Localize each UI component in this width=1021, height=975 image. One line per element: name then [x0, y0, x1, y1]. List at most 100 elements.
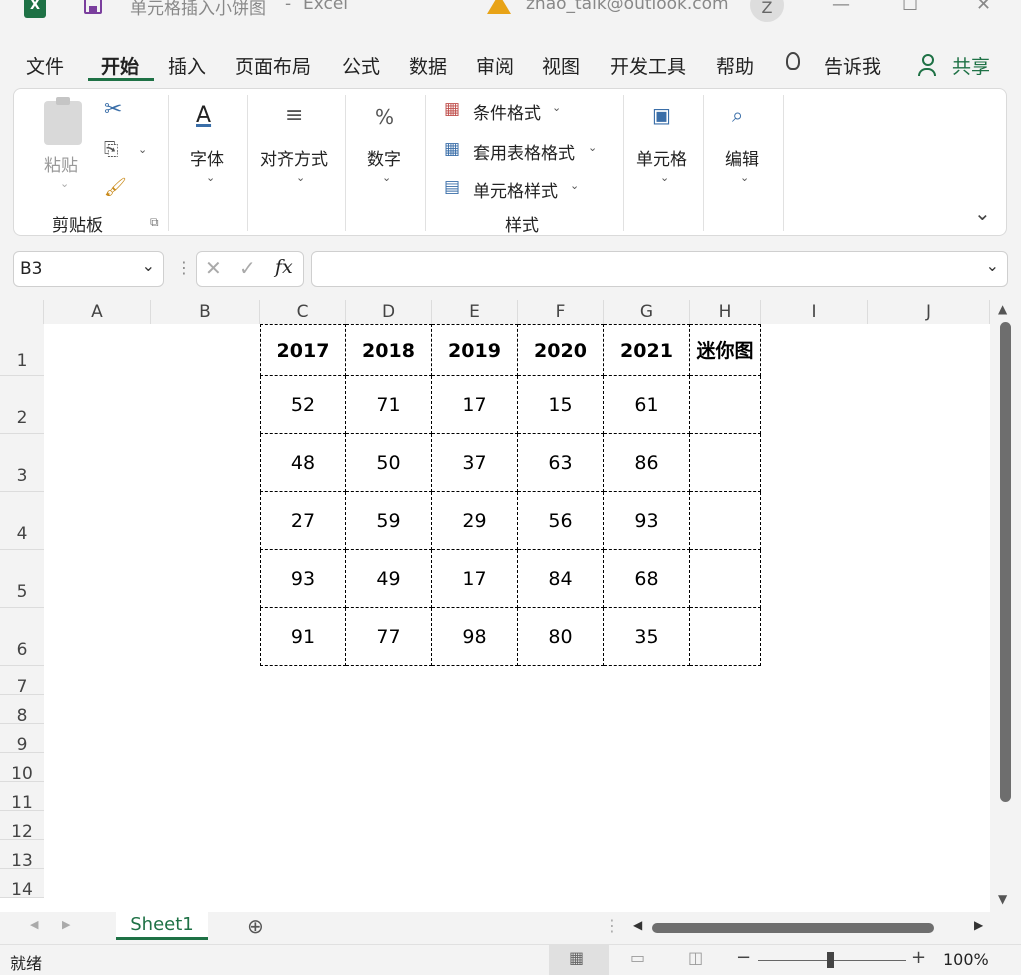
column-header-e[interactable]: E: [432, 300, 518, 324]
copy-chevron-icon[interactable]: ⌄: [138, 143, 147, 156]
dialog-launcher-icon[interactable]: ⧉: [150, 215, 159, 230]
editing-button[interactable]: 编辑: [725, 145, 759, 170]
minimize-button[interactable]: —: [832, 0, 850, 15]
table-format-chevron-icon[interactable]: ⌄: [588, 141, 597, 154]
table-cell[interactable]: 91: [260, 608, 346, 666]
table-cell[interactable]: 77: [346, 608, 432, 666]
table-cell[interactable]: 49: [346, 550, 432, 608]
expand-formula-chevron-icon[interactable]: ⌄: [986, 256, 999, 275]
cut-icon[interactable]: ✂: [104, 97, 122, 122]
cell-style-button[interactable]: 单元格样式: [473, 177, 558, 202]
table-cell[interactable]: 29: [432, 492, 518, 550]
tell-me-search[interactable]: 告诉我: [824, 52, 881, 79]
table-format-icon[interactable]: ▦: [444, 139, 460, 159]
zoom-out-button[interactable]: −: [736, 947, 751, 968]
cell-style-chevron-icon[interactable]: ⌄: [570, 179, 579, 192]
paste-icon[interactable]: [44, 97, 82, 145]
table-header-cell[interactable]: 2018: [346, 324, 432, 376]
tab-developer[interactable]: 开发工具: [610, 52, 686, 79]
add-sheet-icon[interactable]: ⊕: [247, 914, 264, 938]
table-header-cell[interactable]: 2020: [518, 324, 604, 376]
name-box[interactable]: B3 ⌄: [13, 251, 164, 287]
scroll-down-icon[interactable]: ▼: [998, 892, 1007, 906]
conditional-format-button[interactable]: 条件格式: [473, 99, 541, 124]
conditional-format-chevron-icon[interactable]: ⌄: [552, 101, 561, 114]
table-cell[interactable]: 50: [346, 434, 432, 492]
format-painter-icon[interactable]: 🖌: [104, 177, 127, 198]
share-person-icon[interactable]: [918, 54, 936, 76]
conditional-format-icon[interactable]: ▦: [444, 99, 460, 119]
align-icon[interactable]: ≡: [285, 103, 303, 128]
table-cell[interactable]: 68: [604, 550, 690, 608]
sheet-grid[interactable]: A B C D E F G H I J 1 2 3 4 5 6 7 8 9 10 11 12 13 14 2017 2018 201…: [0, 300, 990, 912]
row-header-11[interactable]: 11: [0, 782, 44, 813]
page-break-view-icon[interactable]: ◫: [688, 948, 703, 967]
table-cell[interactable]: [690, 492, 761, 550]
row-header-5[interactable]: 5: [0, 550, 44, 608]
vertical-scrollbar[interactable]: ▲ ▼: [990, 300, 1021, 912]
table-cell[interactable]: 93: [260, 550, 346, 608]
table-header-cell[interactable]: 2021: [604, 324, 690, 376]
alignment-button[interactable]: 对齐方式: [260, 145, 328, 170]
zoom-in-button[interactable]: +: [911, 947, 926, 968]
tab-insert[interactable]: 插入: [168, 52, 206, 79]
tab-data[interactable]: 数据: [409, 52, 447, 79]
table-cell[interactable]: [690, 376, 761, 434]
column-header-f[interactable]: F: [518, 300, 604, 324]
insert-function-button[interactable]: fx: [275, 256, 293, 278]
name-box-chevron-icon[interactable]: ⌄: [142, 256, 155, 275]
table-cell[interactable]: 35: [604, 608, 690, 666]
column-header-i[interactable]: I: [761, 300, 868, 324]
sheet-tab-sheet1[interactable]: Sheet1: [116, 912, 208, 940]
table-cell[interactable]: 98: [432, 608, 518, 666]
share-button[interactable]: 共享: [952, 52, 990, 79]
column-header-h[interactable]: H: [690, 300, 761, 324]
enter-check-icon[interactable]: ✓: [239, 256, 256, 280]
tab-home[interactable]: 开始: [101, 52, 139, 79]
cells-icon[interactable]: ▣: [652, 103, 671, 127]
row-header-6[interactable]: 6: [0, 608, 44, 666]
save-icon[interactable]: [84, 0, 102, 14]
column-header-a[interactable]: A: [44, 300, 151, 324]
tab-view[interactable]: 视图: [542, 52, 580, 79]
table-cell[interactable]: 86: [604, 434, 690, 492]
row-header-9[interactable]: 9: [0, 724, 44, 755]
column-header-c[interactable]: C: [260, 300, 346, 324]
table-cell[interactable]: [690, 434, 761, 492]
table-cell[interactable]: 61: [604, 376, 690, 434]
alignment-chevron-icon[interactable]: ⌄: [296, 171, 305, 184]
scroll-right-icon[interactable]: ▶: [974, 918, 983, 932]
tab-page-layout[interactable]: 页面布局: [235, 52, 311, 79]
paste-chevron-icon[interactable]: ⌄: [60, 177, 69, 190]
horizontal-scroll-thumb[interactable]: [652, 923, 934, 933]
number-button[interactable]: 数字: [367, 145, 401, 170]
copy-icon[interactable]: ⎘: [104, 139, 118, 160]
formula-input[interactable]: ⌄: [311, 251, 1008, 287]
cancel-icon[interactable]: ✕: [205, 256, 222, 280]
zoom-slider-thumb[interactable]: [827, 952, 834, 968]
table-cell[interactable]: 17: [432, 550, 518, 608]
select-all-corner[interactable]: [0, 300, 44, 324]
table-header-cell[interactable]: 2017: [260, 324, 346, 376]
vertical-scroll-thumb[interactable]: [1000, 322, 1011, 802]
next-sheet-icon[interactable]: ▶: [62, 918, 70, 931]
table-header-cell[interactable]: 2019: [432, 324, 518, 376]
editing-chevron-icon[interactable]: ⌄: [740, 171, 749, 184]
collapse-ribbon-chevron-icon[interactable]: ⌄: [974, 201, 991, 225]
close-button[interactable]: ✕: [976, 0, 991, 15]
table-cell[interactable]: 15: [518, 376, 604, 434]
maximize-button[interactable]: ☐: [902, 0, 918, 15]
table-cell[interactable]: 56: [518, 492, 604, 550]
table-cell[interactable]: 93: [604, 492, 690, 550]
avatar[interactable]: Z: [750, 0, 784, 22]
font-chevron-icon[interactable]: ⌄: [206, 171, 215, 184]
row-header-2[interactable]: 2: [0, 376, 44, 434]
zoom-level[interactable]: 100%: [943, 950, 989, 969]
row-header-12[interactable]: 12: [0, 811, 44, 842]
percent-icon[interactable]: %: [375, 105, 394, 129]
normal-view-button[interactable]: ▦: [549, 945, 609, 975]
prev-sheet-icon[interactable]: ◀: [30, 918, 38, 931]
row-header-7[interactable]: 7: [0, 666, 44, 697]
font-icon[interactable]: A: [196, 103, 211, 128]
paste-button[interactable]: 粘贴: [44, 151, 78, 176]
